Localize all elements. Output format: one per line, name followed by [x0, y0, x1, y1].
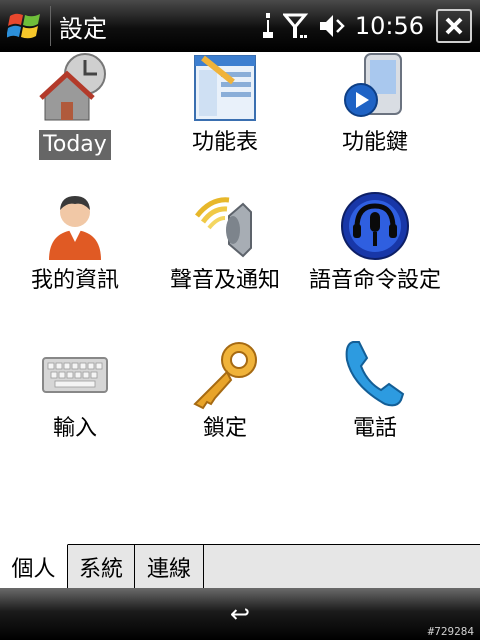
keyboard-icon: [39, 338, 111, 410]
settings-item-voice-command[interactable]: 語音命令設定: [300, 190, 450, 338]
tab-system[interactable]: 系統: [68, 544, 135, 589]
settings-item-label: 鎖定: [202, 416, 247, 441]
settings-item-label: 功能表: [191, 130, 258, 155]
settings-item-label: 聲音及通知: [169, 268, 280, 293]
microphone-headset-icon: [339, 190, 411, 262]
person-icon: [39, 190, 111, 262]
settings-grid: Today 功能表 功能鍵 我的資訊 聲音及通知 語音命令設定 輸入 鎖定 電話: [0, 52, 480, 542]
close-icon: [445, 17, 463, 35]
volume-muted-icon: [317, 11, 347, 41]
clock-time: 10:56: [354, 12, 424, 40]
menu-window-icon: [189, 52, 261, 124]
connectivity-icon: [261, 11, 275, 41]
title-bar: 設定 10:56: [0, 0, 480, 52]
settings-item-phone[interactable]: 電話: [300, 338, 450, 476]
settings-item-input[interactable]: 輸入: [0, 338, 150, 476]
settings-item-label: 電話: [352, 416, 397, 441]
settings-item-today[interactable]: Today: [0, 52, 150, 190]
watermark: #729284: [427, 625, 474, 638]
settings-item-lock[interactable]: 鎖定: [150, 338, 300, 476]
tab-personal[interactable]: 個人: [0, 544, 68, 589]
signal-antenna-icon: [282, 11, 309, 41]
close-button[interactable]: [436, 9, 472, 43]
softkey-bar: ↩ #729284: [0, 588, 480, 640]
speaker-icon: [189, 190, 261, 262]
settings-item-owner-info[interactable]: 我的資訊: [0, 190, 150, 338]
settings-item-menus[interactable]: 功能表: [150, 52, 300, 190]
settings-item-buttons[interactable]: 功能鍵: [300, 52, 450, 190]
phone-handset-icon: [339, 338, 411, 410]
start-button[interactable]: [0, 0, 50, 52]
status-area[interactable]: 10:56: [261, 11, 430, 41]
settings-item-label: 語音命令設定: [308, 268, 441, 293]
settings-item-label: 輸入: [52, 416, 97, 441]
tab-connections[interactable]: 連線: [135, 544, 204, 589]
windows-logo-icon: [7, 13, 40, 39]
title-divider: [50, 6, 51, 46]
settings-item-label: 功能鍵: [341, 130, 408, 155]
tab-bar: 個人 系統 連線: [0, 544, 480, 589]
settings-item-sounds[interactable]: 聲音及通知: [150, 190, 300, 338]
back-button[interactable]: ↩: [230, 600, 250, 628]
page-title: 設定: [59, 14, 107, 43]
key-icon: [189, 338, 261, 410]
phone-device-play-icon: [339, 52, 411, 124]
back-arrow-icon: ↩: [229, 600, 251, 628]
settings-item-label: 我的資訊: [30, 268, 119, 293]
settings-item-label: Today: [39, 130, 111, 160]
today-clock-house-icon: [39, 52, 111, 124]
